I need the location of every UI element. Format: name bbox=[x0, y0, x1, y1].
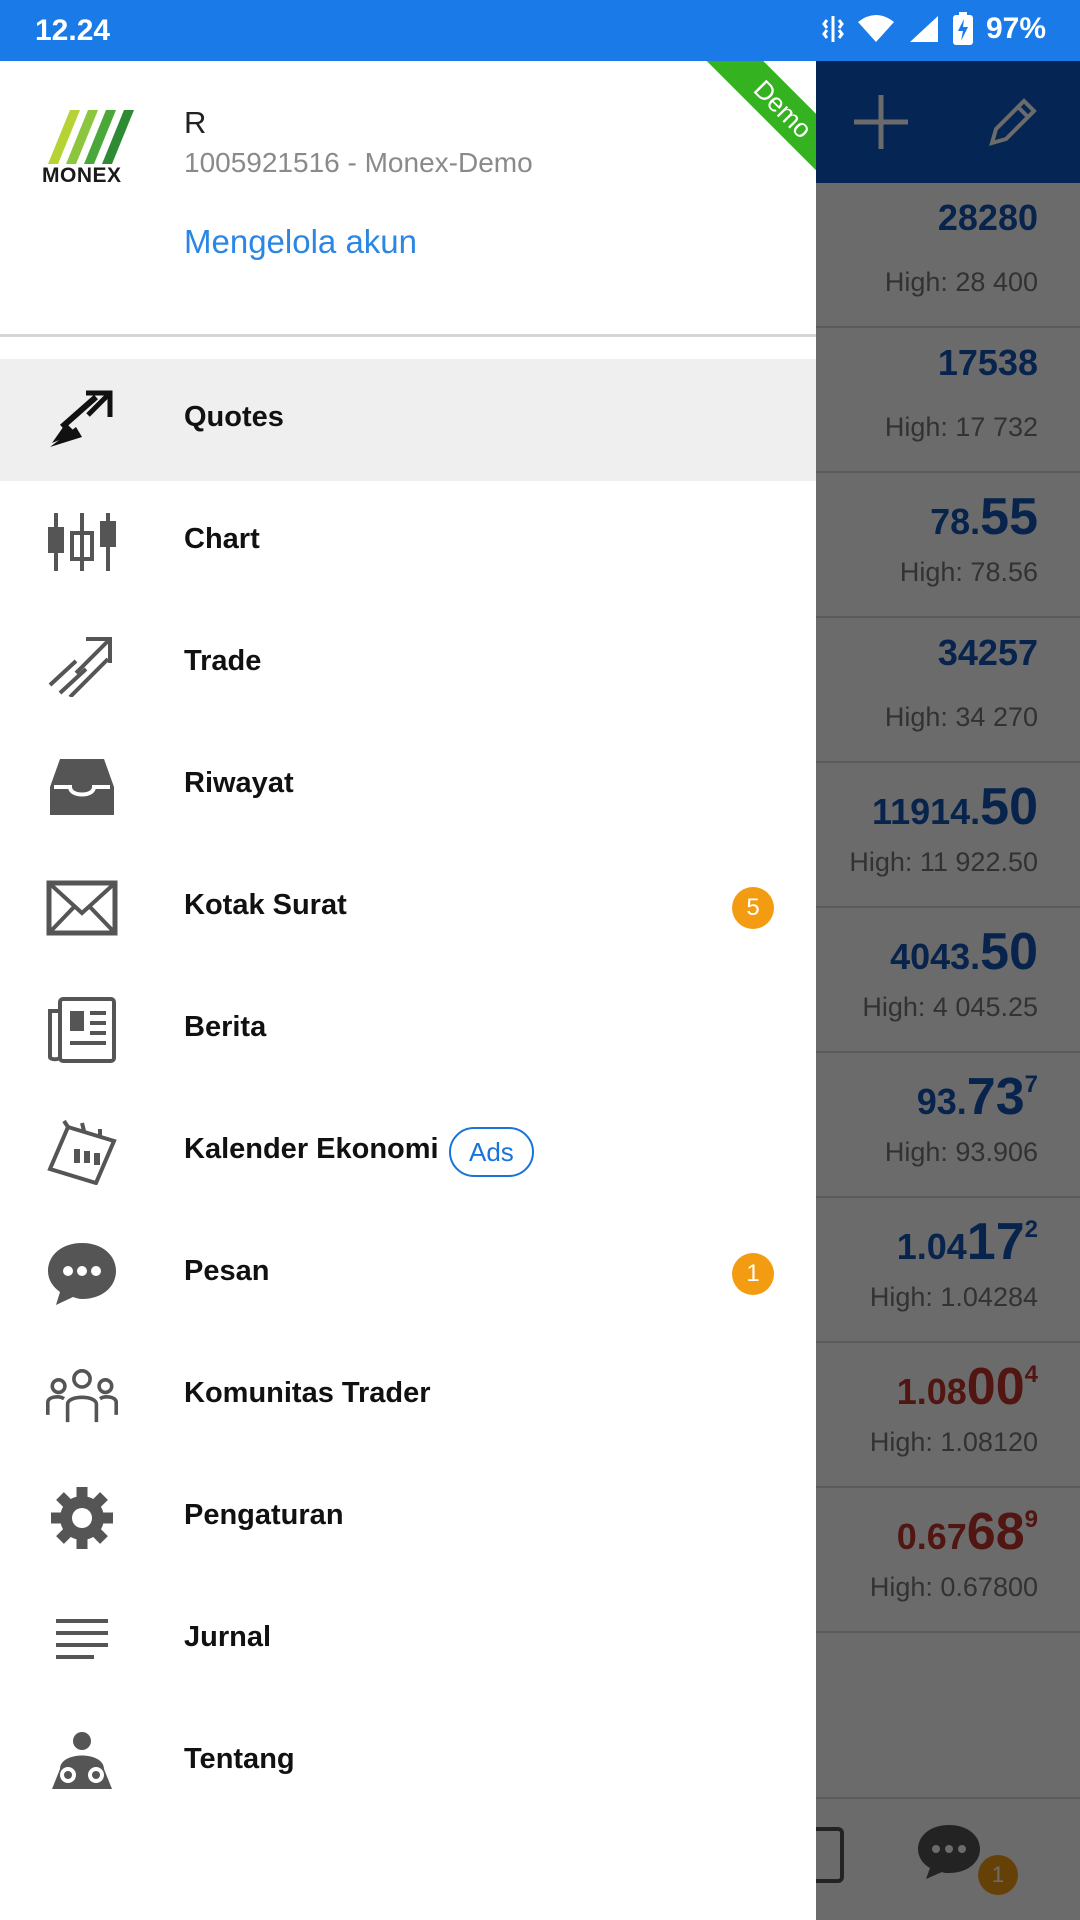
settings-icon bbox=[46, 1485, 118, 1551]
monex-logo-stripes-icon bbox=[48, 110, 134, 164]
menu-item-label: Quotes bbox=[184, 401, 284, 433]
trade-icon bbox=[46, 631, 118, 697]
mail-icon bbox=[46, 875, 118, 941]
menu-item-label: Trade bbox=[184, 645, 262, 677]
demo-ribbon-label: Demo bbox=[696, 61, 816, 181]
navigation-drawer: MONEX R 1005921516 - Monex-Demo Mengelol… bbox=[0, 61, 816, 1920]
wifi-icon bbox=[857, 15, 894, 42]
menu-item-label: Komunitas Trader bbox=[184, 1377, 431, 1409]
drawer-menu: Quotes Chart Trade Riwayat Kotak Surat 5 Berit… bbox=[0, 359, 816, 1823]
menu-item-label: Kotak Surat bbox=[184, 889, 347, 921]
menu-item-trade[interactable]: Trade bbox=[0, 603, 816, 725]
status-icons: 97% bbox=[822, 12, 1046, 46]
menu-item-history[interactable]: Riwayat bbox=[0, 725, 816, 847]
menu-item-mail[interactable]: Kotak Surat 5 bbox=[0, 847, 816, 969]
community-icon bbox=[46, 1363, 118, 1429]
menu-item-label: Kalender Ekonomi bbox=[184, 1133, 439, 1165]
menu-item-quotes[interactable]: Quotes bbox=[0, 359, 816, 481]
menu-item-news[interactable]: Berita bbox=[0, 969, 816, 1091]
status-bar: 12.24 97% bbox=[0, 0, 1080, 61]
chat-icon bbox=[46, 1241, 118, 1307]
account-number: 1005921516 - Monex-Demo bbox=[184, 147, 533, 178]
monex-logo: MONEX bbox=[40, 106, 165, 206]
unread-count-badge: 1 bbox=[732, 1253, 774, 1295]
status-time: 12.24 bbox=[35, 14, 111, 47]
about-icon bbox=[46, 1729, 118, 1795]
chart-icon bbox=[46, 509, 118, 575]
header-divider bbox=[0, 334, 816, 337]
menu-item-chat[interactable]: Pesan 1 bbox=[0, 1213, 816, 1335]
menu-item-settings[interactable]: Pengaturan bbox=[0, 1457, 816, 1579]
account-name: R bbox=[184, 105, 207, 140]
history-icon bbox=[46, 753, 118, 819]
menu-item-journal[interactable]: Jurnal bbox=[0, 1579, 816, 1701]
menu-item-label: Tentang bbox=[184, 1743, 295, 1775]
calendar-icon bbox=[46, 1119, 118, 1185]
menu-item-chart[interactable]: Chart bbox=[0, 481, 816, 603]
logo-text: MONEX bbox=[42, 164, 122, 187]
menu-item-label: Riwayat bbox=[184, 767, 294, 799]
journal-icon bbox=[46, 1607, 118, 1673]
manage-accounts-link[interactable]: Mengelola akun bbox=[184, 223, 417, 261]
unread-count-badge: 5 bbox=[732, 887, 774, 929]
menu-item-label: Chart bbox=[184, 523, 260, 555]
menu-item-about[interactable]: Tentang bbox=[0, 1701, 816, 1823]
menu-item-community[interactable]: Komunitas Trader bbox=[0, 1335, 816, 1457]
battery-icon bbox=[952, 12, 973, 45]
signal-icon bbox=[909, 16, 938, 42]
demo-ribbon: Demo bbox=[696, 61, 816, 181]
ads-tag: Ads bbox=[449, 1127, 534, 1177]
menu-item-label: Pengaturan bbox=[184, 1499, 344, 1531]
menu-item-label: Pesan bbox=[184, 1255, 270, 1287]
menu-item-label: Jurnal bbox=[184, 1621, 272, 1653]
menu-item-label: Berita bbox=[184, 1011, 267, 1043]
quotes-icon bbox=[46, 387, 118, 453]
vibrate-icon bbox=[822, 16, 844, 42]
news-icon bbox=[46, 997, 118, 1063]
battery-percent: 97% bbox=[985, 12, 1046, 45]
menu-item-calendar[interactable]: Kalender Ekonomi Ads bbox=[0, 1091, 816, 1213]
